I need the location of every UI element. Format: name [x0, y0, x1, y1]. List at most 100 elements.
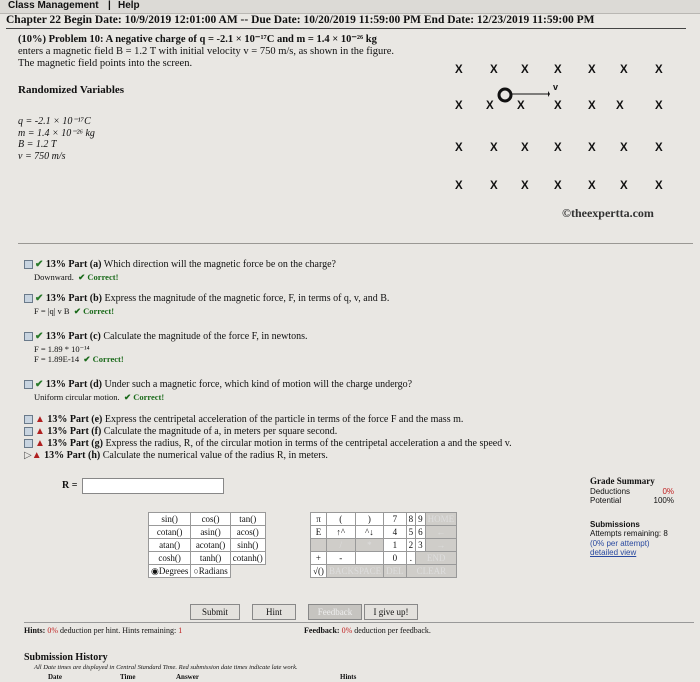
part-icon — [24, 332, 33, 342]
calc-8[interactable]: 8 — [405, 512, 417, 526]
velocity-arrowhead — [548, 91, 550, 97]
warning-icon: ▲ — [35, 414, 45, 425]
part-d-answer-text: Uniform circular motion. — [34, 392, 120, 402]
calc-lparen[interactable]: ( — [325, 512, 356, 526]
part-c-question: Calculate the magnitude of the force F, … — [103, 331, 308, 342]
detailed-view-link[interactable]: detailed view — [590, 548, 674, 558]
calc-left-arrow[interactable]: ← — [424, 525, 458, 539]
field-into-screen-x-icon: X — [554, 142, 562, 154]
part-a-pct: 13% Part (a) — [45, 259, 102, 270]
part-g-question: Express the radius, R, of the circular m… — [105, 438, 512, 449]
hint-button[interactable]: Hint — [252, 604, 296, 620]
calc-cotan[interactable]: cotan() — [147, 525, 192, 539]
check-icon: ✔ — [35, 293, 44, 304]
calc-multiply[interactable]: * — [354, 538, 385, 552]
potential-value: 100% — [653, 496, 674, 505]
calc-cos[interactable]: cos() — [190, 512, 231, 526]
calc-rparen[interactable]: ) — [354, 512, 385, 526]
calc-pi[interactable]: π — [310, 512, 327, 526]
calc-sinh[interactable]: sinh() — [229, 538, 266, 552]
part-d-pct: 13% Part (d) — [45, 379, 102, 390]
check-icon: ✔ — [35, 259, 44, 270]
warning-icon: ▲ — [35, 426, 45, 437]
calc-cotanh[interactable]: cotanh() — [229, 551, 266, 565]
hints-count: 1 — [178, 626, 183, 635]
calc-backspace[interactable]: BACKSPACE — [325, 564, 385, 578]
calc-2[interactable]: 2 — [405, 538, 417, 552]
calc-up[interactable]: ↑^ — [325, 525, 356, 539]
field-into-screen-x-icon: X — [521, 64, 529, 76]
grade-summary: Grade Summary Deductions 0% Potential 100%… — [590, 476, 674, 558]
var-v: v = 750 m/s — [18, 150, 66, 162]
feedback-button[interactable]: Feedback — [308, 604, 362, 620]
give-up-button[interactable]: I give up! — [364, 604, 418, 620]
calc-divide[interactable]: / — [325, 538, 356, 552]
calc-asin[interactable]: asin() — [190, 525, 231, 539]
part-a: ✔ 13% Part (a) Which direction will the … — [24, 259, 336, 271]
hints-pct: 0% — [47, 626, 59, 635]
watermark-credit: ©theexpertta.com — [562, 206, 654, 220]
calc-right-arrow[interactable]: → — [424, 538, 458, 552]
charge-circle-icon — [497, 87, 513, 103]
calc-blank — [310, 538, 327, 552]
expand-triangle-icon[interactable]: ▷ — [24, 450, 32, 461]
calc-4[interactable]: 4 — [383, 525, 407, 539]
calc-6[interactable]: 6 — [415, 525, 426, 539]
problem-statement: (10%) Problem 10: A negative charge of q… — [18, 34, 428, 70]
calc-acos[interactable]: acos() — [229, 525, 266, 539]
field-into-screen-x-icon: X — [655, 142, 663, 154]
field-into-screen-x-icon: X — [616, 100, 624, 112]
menu-help[interactable]: Help — [118, 0, 140, 11]
calc-sin[interactable]: sin() — [147, 512, 192, 526]
calc-down[interactable]: ^↓ — [354, 525, 385, 539]
calc-cosh[interactable]: cosh() — [147, 551, 192, 565]
calc-e[interactable]: E — [310, 525, 327, 539]
part-a-answer-text: Downward. — [34, 272, 74, 282]
calc-clear[interactable]: CLEAR — [405, 564, 458, 578]
part-a-question: Which direction will the magnetic force … — [103, 259, 336, 270]
calc-tan[interactable]: tan() — [229, 512, 266, 526]
calc-1[interactable]: 1 — [383, 538, 407, 552]
calc-radians-radio[interactable]: ○Radians — [190, 564, 231, 578]
part-icon — [24, 380, 33, 390]
part-icon — [24, 439, 33, 449]
part-g[interactable]: ▲ 13% Part (g) Express the radius, R, of… — [24, 438, 512, 450]
field-into-screen-x-icon: X — [455, 142, 463, 154]
field-into-screen-x-icon: X — [455, 180, 463, 192]
calc-sqrt[interactable]: √() — [310, 564, 327, 578]
calc-minus[interactable]: - — [325, 551, 356, 565]
hints-label: Hints: — [24, 626, 46, 635]
problem-line-2: enters a magnetic field B = 1.2 T with i… — [18, 46, 394, 57]
part-e-question: Express the centripetal acceleration of … — [104, 414, 464, 425]
calc-acotan[interactable]: acotan() — [190, 538, 231, 552]
calc-degrees-radio[interactable]: ◉Degrees — [147, 564, 192, 578]
var-B: B = 1.2 T — [18, 139, 57, 150]
calc-3[interactable]: 3 — [415, 538, 426, 552]
part-h[interactable]: ▷▲ 13% Part (h) Calculate the numerical … — [24, 450, 328, 462]
calc-0[interactable]: 0 — [383, 551, 407, 565]
calc-home[interactable]: HOME — [424, 512, 458, 526]
calc-tanh[interactable]: tanh() — [190, 551, 231, 565]
separator — [18, 243, 693, 244]
calc-5[interactable]: 5 — [405, 525, 417, 539]
part-f[interactable]: ▲ 13% Part (f) Calculate the magnitude o… — [24, 426, 337, 438]
field-into-screen-x-icon: X — [490, 142, 498, 154]
field-into-screen-x-icon: X — [655, 64, 663, 76]
field-into-screen-x-icon: X — [588, 142, 596, 154]
answer-input[interactable] — [82, 478, 224, 494]
calc-9[interactable]: 9 — [415, 512, 426, 526]
menu-class-management[interactable]: Class Management — [8, 0, 99, 11]
calc-plus[interactable]: + — [310, 551, 327, 565]
field-into-screen-x-icon: X — [455, 64, 463, 76]
feedback-pct: 0% — [341, 626, 353, 635]
part-b-status: Correct! — [83, 306, 115, 316]
calc-end[interactable]: END — [415, 551, 458, 565]
calc-atan[interactable]: atan() — [147, 538, 192, 552]
calc-del[interactable]: DEL — [383, 564, 407, 578]
part-e[interactable]: ▲ 13% Part (e) Express the centripetal a… — [24, 414, 463, 426]
submission-history-title: Submission History — [24, 652, 108, 663]
calc-dot[interactable]: . — [405, 551, 417, 565]
potential-label: Potential — [590, 496, 622, 505]
submit-button[interactable]: Submit — [190, 604, 240, 620]
calc-7[interactable]: 7 — [383, 512, 407, 526]
